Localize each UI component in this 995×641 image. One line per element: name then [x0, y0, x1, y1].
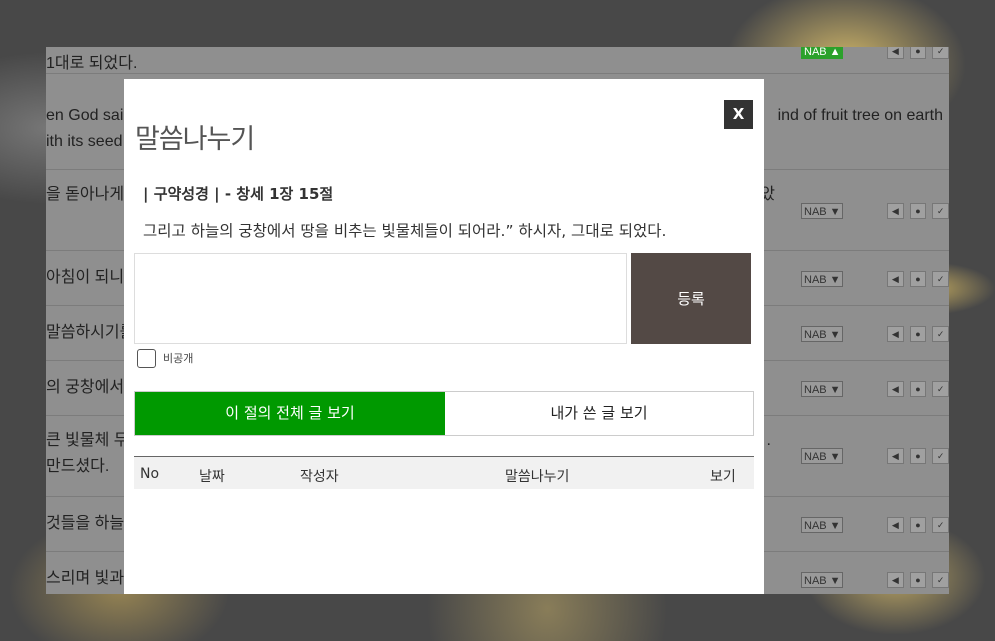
speaker-icon: ◀ — [887, 572, 904, 588]
tab-all-posts[interactable]: 이 절의 전체 글 보기 — [135, 392, 445, 435]
private-label: 비공개 — [163, 352, 194, 365]
column-header-content: 말씀나누기 — [505, 469, 570, 485]
comment-icon: ● — [909, 326, 927, 342]
list-item-text-line2: ith its seed — [46, 133, 123, 150]
list-item: 1대로 되었다. NAB ▲ ◀ ● ✓ — [46, 47, 949, 74]
list-item-text: en God sai — [46, 107, 124, 124]
column-header-no: No — [140, 466, 160, 482]
check-icon: ✓ — [932, 326, 949, 342]
comment-icon: ● — [909, 572, 927, 588]
posts-table-header: No 날짜 작성자 말씀나누기 보기 — [134, 456, 754, 489]
check-icon: ✓ — [932, 271, 949, 287]
check-icon: ✓ — [932, 381, 949, 397]
version-select: NAB ▼ — [801, 572, 843, 588]
row-action-icons: ◀ ● ✓ — [887, 572, 949, 588]
share-word-modal: X 말씀나누기 | 구약성경 | - 창세 1장 15절 그리고 하늘의 궁창에… — [124, 79, 764, 594]
list-item-text-right: . — [766, 432, 771, 449]
comment-input[interactable] — [134, 253, 627, 344]
version-select: NAB ▼ — [801, 381, 843, 397]
check-icon: ✓ — [932, 47, 949, 59]
speaker-icon: ◀ — [887, 47, 904, 59]
list-item-text: 스리며 빛과 — [46, 570, 125, 587]
list-item-text: 것들을 하늘 — [46, 515, 125, 532]
row-action-icons: ◀ ● ✓ — [887, 381, 949, 397]
column-header-author: 작성자 — [300, 469, 339, 485]
column-header-date: 날짜 — [199, 469, 225, 485]
list-item-text-line2: 만드셨다. — [46, 458, 110, 475]
comment-icon: ● — [909, 271, 927, 287]
row-action-icons: ◀ ● ✓ — [887, 326, 949, 342]
comment-icon: ● — [909, 47, 927, 59]
modal-title: 말씀나누기 — [135, 124, 255, 155]
version-select: NAB ▲ — [801, 47, 843, 59]
comment-icon: ● — [909, 448, 927, 464]
version-select: NAB ▼ — [801, 448, 843, 464]
check-icon: ✓ — [932, 203, 949, 219]
version-select: NAB ▼ — [801, 271, 843, 287]
speaker-icon: ◀ — [887, 271, 904, 287]
comment-icon: ● — [909, 381, 927, 397]
tab-my-posts[interactable]: 내가 쓴 글 보기 — [445, 392, 753, 435]
speaker-icon: ◀ — [887, 517, 904, 533]
comment-icon: ● — [909, 203, 927, 219]
verse-reference: | 구약성경 | - 창세 1장 15절 — [143, 185, 334, 203]
view-tabs: 이 절의 전체 글 보기 내가 쓴 글 보기 — [134, 391, 754, 436]
list-item-text: 1대로 되었다. — [46, 55, 138, 72]
speaker-icon: ◀ — [887, 381, 904, 397]
row-action-icons: ◀ ● ✓ — [887, 448, 949, 464]
check-icon: ✓ — [932, 517, 949, 533]
speaker-icon: ◀ — [887, 203, 904, 219]
list-item-text: 큰 빛물체 두 — [46, 432, 129, 449]
close-button[interactable]: X — [724, 100, 753, 129]
speaker-icon: ◀ — [887, 448, 904, 464]
check-icon: ✓ — [932, 448, 949, 464]
row-action-icons: ◀ ● ✓ — [887, 517, 949, 533]
version-select: NAB ▼ — [801, 203, 843, 219]
list-item-text: 말씀하시기를 — [46, 324, 135, 341]
verse-text: 그리고 하늘의 궁창에서 땅을 비추는 빛물체들이 되어라.” 하시자, 그대로… — [143, 222, 667, 240]
row-action-icons: ◀ ● ✓ — [887, 203, 949, 219]
row-action-icons: ◀ ● ✓ — [887, 47, 949, 59]
version-select: NAB ▼ — [801, 326, 843, 342]
version-select: NAB ▼ — [801, 517, 843, 533]
row-action-icons: ◀ ● ✓ — [887, 271, 949, 287]
list-item-text-right: ind of fruit tree on earth — [777, 107, 943, 124]
check-icon: ✓ — [932, 572, 949, 588]
private-checkbox[interactable] — [137, 348, 156, 368]
private-option[interactable]: 비공개 — [137, 348, 193, 368]
list-item-text: 아침이 되니 — [46, 269, 125, 286]
column-header-view: 보기 — [710, 469, 736, 485]
submit-button[interactable]: 등록 — [631, 253, 751, 344]
comment-icon: ● — [909, 517, 927, 533]
speaker-icon: ◀ — [887, 326, 904, 342]
